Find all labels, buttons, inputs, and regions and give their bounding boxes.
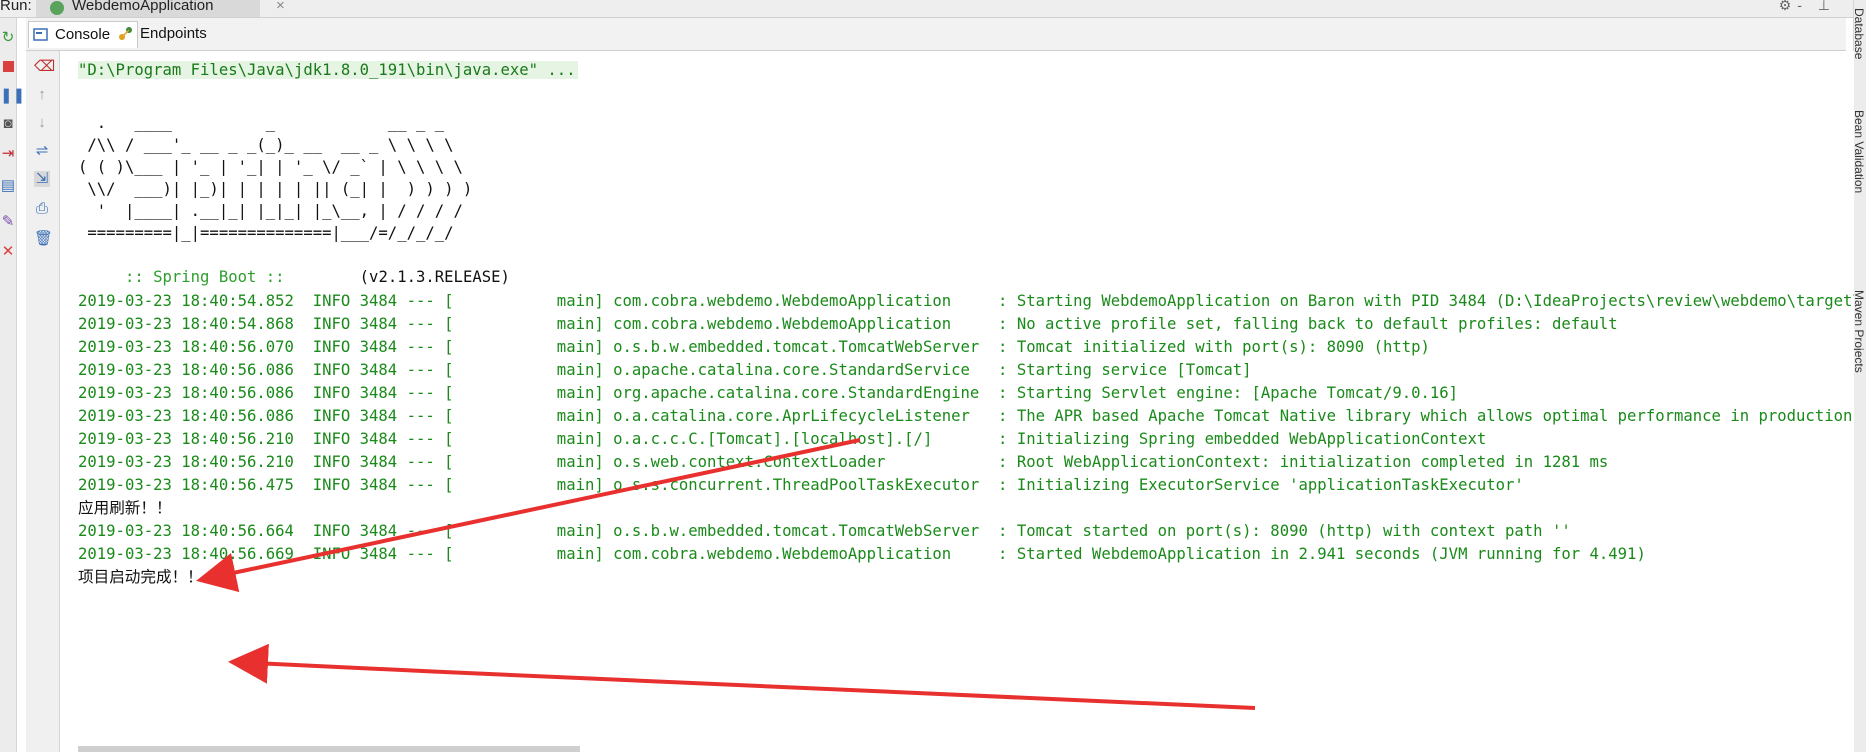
horizontal-scrollbar[interactable]	[78, 746, 580, 752]
up-arrow-icon[interactable]: ↑	[34, 87, 50, 103]
database-panel-tab[interactable]: Database	[1852, 8, 1866, 59]
clear-icon[interactable]: ⌫	[34, 59, 55, 75]
startup-complete-message: 项目启动完成！！	[78, 568, 203, 586]
spring-app-icon	[50, 1, 64, 15]
banner-line: /\\ / ___'_ __ _ _(_)_ __ __ _ \ \ \ \	[78, 136, 454, 154]
exit-icon[interactable]: ⇥	[0, 146, 16, 162]
settings-icon[interactable]: ⚙- ⊥	[1779, 0, 1836, 14]
log-line: 2019-03-23 18:40:56.210 INFO 3484 --- [ …	[78, 453, 1609, 471]
log-line: 2019-03-23 18:40:56.086 INFO 3484 --- [ …	[78, 384, 1459, 402]
console-actions-bar: ⌫ ↑ ↓ ⇌ ⇲ ⎙ 🗑	[26, 51, 60, 752]
banner-line: =========|_|==============|___/=/_/_/_/	[78, 224, 454, 242]
app-refresh-message: 应用刷新！！	[78, 499, 172, 517]
down-arrow-icon[interactable]: ↓	[34, 115, 50, 131]
maven-projects-panel-tab[interactable]: Maven Projects	[1852, 290, 1866, 373]
camera-icon[interactable]: ◙	[0, 116, 16, 132]
layout-icon[interactable]: ▤	[0, 178, 16, 194]
banner-line: ' |____| .__|_| |_|_| |_\__, | / / / /	[78, 202, 463, 220]
stop-icon[interactable]	[0, 60, 16, 76]
rerun-icon[interactable]: ↻	[0, 30, 16, 46]
console-icon	[33, 28, 48, 41]
console-output[interactable]: "D:\Program Files\Java\jdk1.8.0_191\bin\…	[60, 51, 1854, 752]
log-line: 2019-03-23 18:40:56.664 INFO 3484 --- [ …	[78, 522, 1571, 540]
log-line: 2019-03-23 18:40:54.868 INFO 3484 --- [ …	[78, 315, 1618, 333]
run-tab-title: WebdemoApplication	[72, 0, 214, 14]
banner-line: ( ( )\___ | '_ | '_| | '_ \/ _` | \ \ \ …	[78, 158, 463, 176]
tab-console-label: Console	[55, 26, 111, 43]
scroll-to-end-icon[interactable]: ⇲	[34, 171, 50, 187]
wrap-icon[interactable]: ⇌	[34, 143, 50, 159]
spring-boot-version: (v2.1.3.RELEASE)	[284, 268, 510, 286]
tab-endpoints[interactable]: Endpoints	[114, 21, 224, 47]
log-line: 2019-03-23 18:40:56.086 INFO 3484 --- [ …	[78, 361, 1252, 379]
pin-icon[interactable]: ✎	[0, 214, 16, 230]
close-icon[interactable]: ✕	[0, 244, 16, 260]
run-label: Run:	[0, 0, 32, 14]
run-toolbar: Run: WebdemoApplication × ⚙- ⊥	[0, 0, 1866, 18]
right-tool-strip: Database Bean Validation Maven Projects	[1852, 0, 1866, 752]
log-line: 2019-03-23 18:40:56.475 INFO 3484 --- [ …	[78, 476, 1524, 494]
run-tab[interactable]: WebdemoApplication ×	[36, 0, 285, 17]
bean-validation-panel-tab[interactable]: Bean Validation	[1852, 110, 1866, 193]
log-line: 2019-03-23 18:40:56.086 INFO 3484 --- [ …	[78, 407, 1854, 425]
run-actions-bar: ↻ ❚❚ ◙ ⇥ ▤ ✎ ✕	[0, 18, 25, 752]
spring-boot-label: :: Spring Boot ::	[115, 268, 285, 286]
pause-icon[interactable]: ❚❚	[0, 88, 25, 104]
print-icon[interactable]: ⎙	[34, 201, 50, 217]
endpoints-icon	[119, 27, 132, 40]
console-tabs: Console Endpoints	[26, 18, 1846, 51]
tab-endpoints-label: Endpoints	[140, 25, 207, 42]
banner-line: . ____ _ __ _ _	[78, 114, 445, 132]
java-command-line: "D:\Program Files\Java\jdk1.8.0_191\bin\…	[78, 61, 578, 79]
banner-line: \\/ ___)| |_)| | | | | || (_| | ) ) ) )	[78, 180, 473, 198]
log-line: 2019-03-23 18:40:56.669 INFO 3484 --- [ …	[78, 545, 1646, 563]
trash-icon[interactable]: 🗑	[34, 231, 53, 247]
log-line: 2019-03-23 18:40:54.852 INFO 3484 --- [ …	[78, 292, 1854, 310]
log-line: 2019-03-23 18:40:56.210 INFO 3484 --- [ …	[78, 430, 1487, 448]
log-line: 2019-03-23 18:40:56.070 INFO 3484 --- [ …	[78, 338, 1430, 356]
close-tab-icon[interactable]: ×	[276, 0, 285, 14]
